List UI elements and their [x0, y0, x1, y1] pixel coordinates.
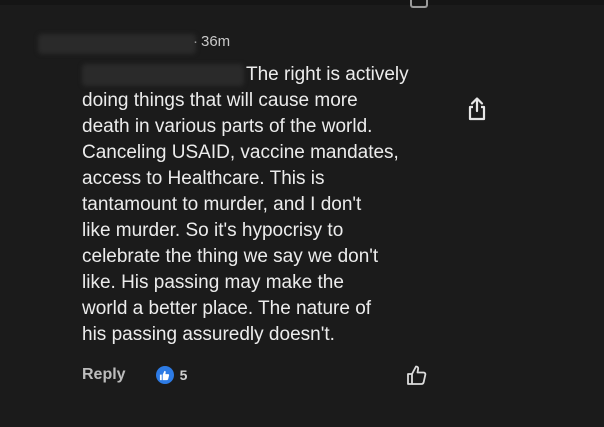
share-icon[interactable]: [466, 96, 488, 122]
redacted-username: [38, 34, 196, 54]
like-count: 5: [179, 367, 188, 383]
reply-button[interactable]: Reply: [82, 366, 126, 384]
thumbs-up-icon: [155, 366, 174, 384]
comment-card: · 36m The right is actively doing things …: [0, 0, 604, 427]
timestamp: 36m: [201, 33, 231, 50]
thumbs-up-outline-icon[interactable]: [406, 364, 428, 386]
meta-separator: ·: [193, 33, 198, 50]
comment-meta: · 36m: [193, 33, 230, 50]
comment-actions: Reply 5: [82, 362, 187, 388]
comment-text: The right is actively doing things that …: [82, 64, 409, 345]
comment-body: The right is actively doing things that …: [82, 62, 452, 348]
cropped-icon: [410, 0, 428, 8]
like-reaction-summary[interactable]: 5: [155, 366, 188, 384]
previous-item-edge: [0, 0, 604, 5]
